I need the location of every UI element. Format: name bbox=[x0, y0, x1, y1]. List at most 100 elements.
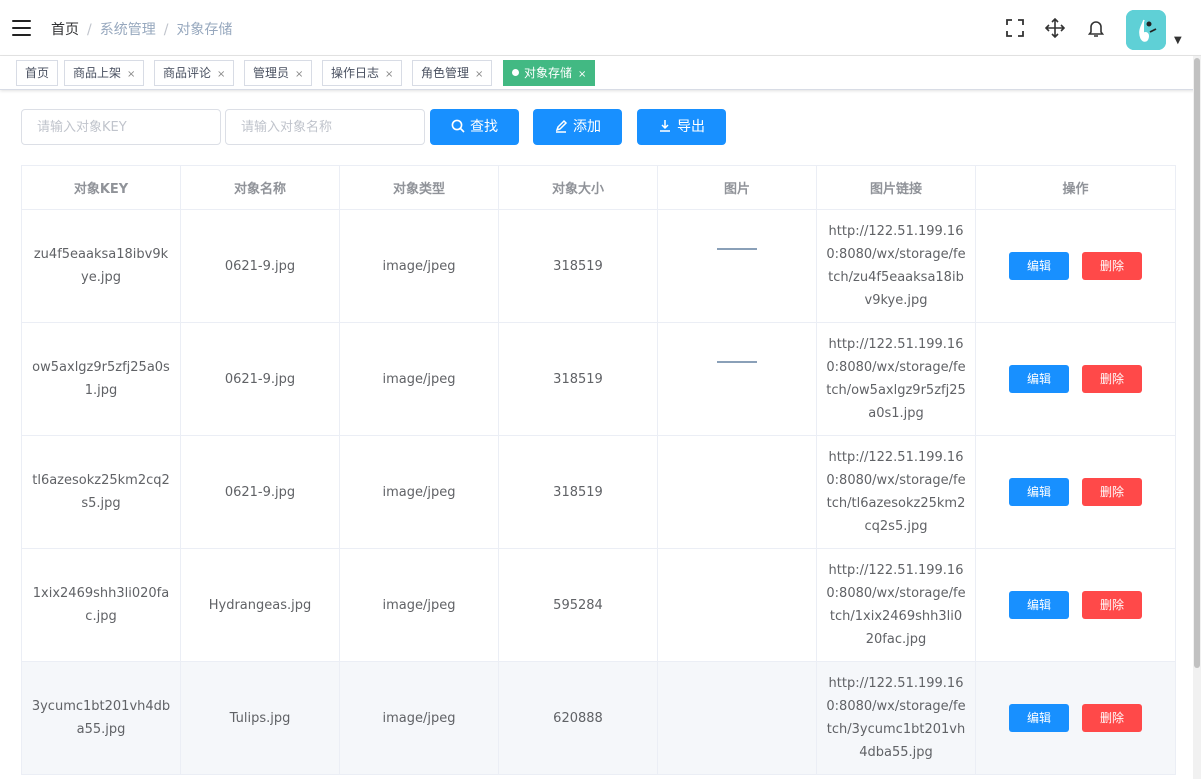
cell-url: http://122.51.199.160:8080/wx/storage/fe… bbox=[817, 436, 976, 549]
table-header: 对象KEY 对象名称 对象类型 对象大小 图片 图片链接 操作 bbox=[22, 166, 1176, 210]
cell-size: 318519 bbox=[499, 436, 658, 549]
download-icon bbox=[660, 120, 670, 132]
header-object-type: 对象类型 bbox=[340, 166, 499, 210]
delete-button[interactable]: 删除 bbox=[1082, 591, 1142, 619]
tag-operation-log[interactable]: 操作日志 × bbox=[322, 60, 403, 86]
avatar[interactable] bbox=[1126, 10, 1166, 50]
header-object-key: 对象KEY bbox=[22, 166, 181, 210]
table-row: ow5axlgz9r5zfj25a0s1.jpg 0621-9.jpg imag… bbox=[22, 323, 1176, 436]
tag-role-management[interactable]: 角色管理 × bbox=[412, 60, 493, 86]
active-dot-icon bbox=[512, 69, 519, 76]
search-button-label: 查找 bbox=[470, 119, 498, 135]
close-icon[interactable]: × bbox=[385, 69, 393, 80]
tag-product-shelf[interactable]: 商品上架 × bbox=[64, 60, 145, 86]
cell-name: Tulips.jpg bbox=[181, 662, 340, 775]
breadcrumb-home[interactable]: 首页 bbox=[51, 22, 79, 38]
delete-button[interactable]: 删除 bbox=[1082, 252, 1142, 280]
navbar: 首页 / 系统管理 / 对象存储 ▼ bbox=[0, 0, 1201, 56]
tag-label: 操作日志 bbox=[331, 66, 380, 80]
cell-name: Hydrangeas.jpg bbox=[181, 549, 340, 662]
table-row: 3ycumc1bt201vh4dba55.jpg Tulips.jpg imag… bbox=[22, 662, 1176, 775]
object-table: 对象KEY 对象名称 对象类型 对象大小 图片 图片链接 操作 zu4f5eaa… bbox=[21, 165, 1176, 775]
tag-product-comments[interactable]: 商品评论 × bbox=[154, 60, 235, 86]
header-image-url: 图片链接 bbox=[817, 166, 976, 210]
cell-size: 318519 bbox=[499, 210, 658, 323]
cell-name: 0621-9.jpg bbox=[181, 323, 340, 436]
thumbnail-image[interactable] bbox=[717, 361, 757, 363]
vertical-scrollbar[interactable] bbox=[1193, 56, 1201, 779]
delete-button[interactable]: 删除 bbox=[1082, 704, 1142, 732]
close-icon[interactable]: × bbox=[295, 69, 303, 80]
fullscreen-icon[interactable] bbox=[1005, 18, 1025, 38]
edit-button[interactable]: 编辑 bbox=[1009, 478, 1069, 506]
scrollbar-thumb[interactable] bbox=[1194, 58, 1200, 668]
tag-label: 对象存储 bbox=[524, 66, 573, 80]
tag-admins[interactable]: 管理员 × bbox=[244, 60, 313, 86]
cell-key: zu4f5eaaksa18ibv9kye.jpg bbox=[22, 210, 181, 323]
header-image: 图片 bbox=[658, 166, 817, 210]
tags-view: 首页 商品上架 × 商品评论 × 管理员 × 操作日志 × 角色管理 × 对象存储 × bbox=[0, 56, 1201, 90]
add-button[interactable]: 添加 bbox=[533, 109, 622, 145]
size-icon[interactable] bbox=[1045, 18, 1065, 38]
tag-home[interactable]: 首页 bbox=[16, 60, 59, 86]
name-search-input[interactable] bbox=[225, 109, 425, 145]
cell-type: image/jpeg bbox=[340, 662, 499, 775]
cell-name: 0621-9.jpg bbox=[181, 436, 340, 549]
close-icon[interactable]: × bbox=[127, 69, 135, 80]
cell-image bbox=[658, 662, 817, 775]
cell-type: image/jpeg bbox=[340, 210, 499, 323]
header-object-size: 对象大小 bbox=[499, 166, 658, 210]
tag-label: 商品上架 bbox=[73, 66, 122, 80]
tag-label: 管理员 bbox=[253, 66, 290, 80]
delete-button[interactable]: 删除 bbox=[1082, 478, 1142, 506]
cell-size: 595284 bbox=[499, 549, 658, 662]
search-button[interactable]: 查找 bbox=[430, 109, 519, 145]
table-row: 1xix2469shh3li020fac.jpg Hydrangeas.jpg … bbox=[22, 549, 1176, 662]
cell-actions: 编辑 删除 bbox=[976, 210, 1176, 323]
export-button[interactable]: 导出 bbox=[637, 109, 726, 145]
search-icon bbox=[451, 119, 465, 133]
add-button-label: 添加 bbox=[573, 119, 601, 135]
caret-down-icon[interactable]: ▼ bbox=[1174, 35, 1182, 46]
close-icon[interactable]: × bbox=[217, 69, 225, 80]
edit-button[interactable]: 编辑 bbox=[1009, 365, 1069, 393]
cell-image bbox=[658, 323, 817, 436]
cell-url: http://122.51.199.160:8080/wx/storage/fe… bbox=[817, 662, 976, 775]
tag-label: 角色管理 bbox=[421, 66, 470, 80]
cell-type: image/jpeg bbox=[340, 323, 499, 436]
breadcrumb-section: 系统管理 bbox=[99, 22, 156, 38]
delete-button[interactable]: 删除 bbox=[1082, 365, 1142, 393]
cell-actions: 编辑 删除 bbox=[976, 436, 1176, 549]
edit-icon bbox=[555, 119, 568, 133]
tag-object-storage[interactable]: 对象存储 × bbox=[503, 60, 596, 86]
edit-button[interactable]: 编辑 bbox=[1009, 591, 1069, 619]
export-button-label: 导出 bbox=[677, 119, 705, 135]
tag-label: 首页 bbox=[25, 66, 50, 80]
cell-type: image/jpeg bbox=[340, 436, 499, 549]
close-icon[interactable]: × bbox=[578, 69, 586, 80]
cell-key: tl6azesokz25km2cq2s5.jpg bbox=[22, 436, 181, 549]
key-search-input[interactable] bbox=[21, 109, 221, 145]
cell-size: 318519 bbox=[499, 323, 658, 436]
cell-image bbox=[658, 436, 817, 549]
table-row: tl6azesokz25km2cq2s5.jpg 0621-9.jpg imag… bbox=[22, 436, 1176, 549]
edit-button[interactable]: 编辑 bbox=[1009, 704, 1069, 732]
tag-label: 商品评论 bbox=[163, 66, 212, 80]
close-icon[interactable]: × bbox=[475, 69, 483, 80]
cell-url: http://122.51.199.160:8080/wx/storage/fe… bbox=[817, 323, 976, 436]
header-object-name: 对象名称 bbox=[181, 166, 340, 210]
breadcrumb: 首页 / 系统管理 / 对象存储 bbox=[51, 22, 233, 38]
edit-button[interactable]: 编辑 bbox=[1009, 252, 1069, 280]
cell-image bbox=[658, 549, 817, 662]
cell-image bbox=[658, 210, 817, 323]
cell-actions: 编辑 删除 bbox=[976, 549, 1176, 662]
cell-name: 0621-9.jpg bbox=[181, 210, 340, 323]
cell-key: 1xix2469shh3li020fac.jpg bbox=[22, 549, 181, 662]
cell-url: http://122.51.199.160:8080/wx/storage/fe… bbox=[817, 549, 976, 662]
thumbnail-image[interactable] bbox=[717, 248, 757, 250]
hamburger-icon[interactable] bbox=[12, 20, 31, 36]
cell-actions: 编辑 删除 bbox=[976, 662, 1176, 775]
cell-size: 620888 bbox=[499, 662, 658, 775]
bell-icon[interactable] bbox=[1086, 18, 1106, 38]
cell-key: ow5axlgz9r5zfj25a0s1.jpg bbox=[22, 323, 181, 436]
